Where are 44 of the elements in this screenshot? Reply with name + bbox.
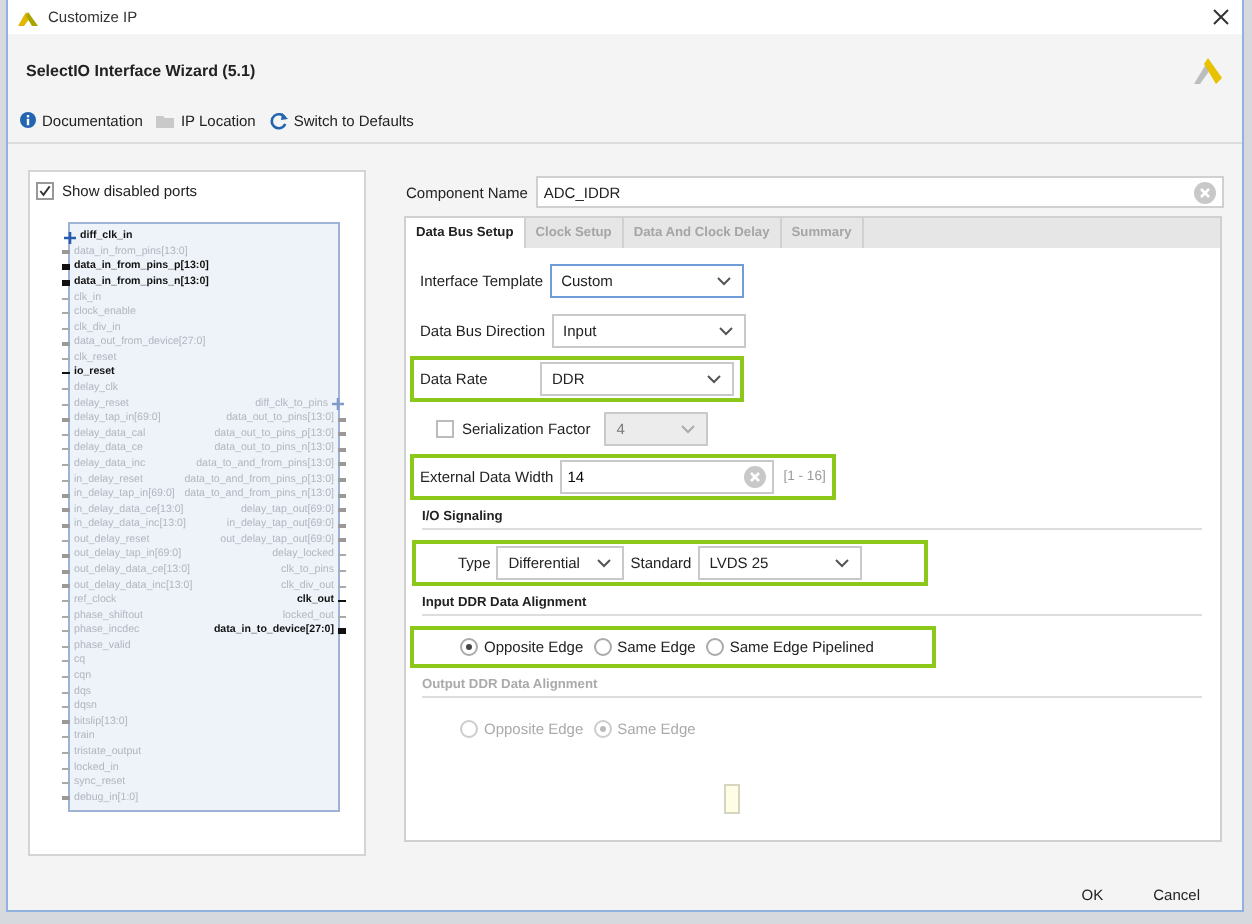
bus-pin <box>62 493 70 498</box>
bus-pin <box>338 628 346 635</box>
info-icon <box>20 112 36 128</box>
refresh-icon <box>269 111 288 129</box>
bus-pin <box>62 280 70 287</box>
bus-pin <box>62 250 70 255</box>
bus-pin <box>338 432 346 437</box>
bus-pin <box>62 508 70 513</box>
app-logo-icon <box>18 8 38 26</box>
clear-icon <box>1194 181 1216 203</box>
caret-icon <box>596 558 613 568</box>
caret-icon <box>833 558 850 568</box>
checkbox[interactable] <box>36 182 54 200</box>
folder-icon <box>156 113 175 127</box>
bus-pin <box>338 523 346 528</box>
tooltip <box>724 784 740 814</box>
bus-pin <box>338 538 346 543</box>
bus-pin <box>338 462 346 467</box>
bus-pin <box>338 478 346 483</box>
close-icon <box>1212 8 1230 26</box>
plus-icon <box>64 231 76 244</box>
plus-icon <box>332 398 344 411</box>
caret-icon <box>717 325 734 335</box>
bus-pin <box>62 341 70 346</box>
bus-pin <box>62 796 70 801</box>
radio-button[interactable] <box>593 638 612 656</box>
bus-pin <box>62 417 70 422</box>
bus-pin <box>62 523 70 528</box>
wizard-title: SelectIO Interface Wizard (5.1) <box>26 61 256 79</box>
clear-icon <box>743 466 766 488</box>
bus-pin <box>62 264 70 271</box>
bus-pin <box>338 447 346 452</box>
bus-pin <box>62 584 70 589</box>
bus-pin <box>338 508 346 513</box>
caret-icon <box>706 374 722 384</box>
caret-icon <box>680 423 697 433</box>
caret-icon <box>715 276 732 286</box>
radio-button[interactable] <box>705 638 724 656</box>
bus-pin <box>62 553 70 558</box>
bus-pin <box>62 720 70 725</box>
bus-pin <box>338 417 346 422</box>
bus-pin <box>338 493 346 498</box>
radio-button[interactable] <box>460 638 478 656</box>
brand-logo-icon <box>1194 57 1222 83</box>
